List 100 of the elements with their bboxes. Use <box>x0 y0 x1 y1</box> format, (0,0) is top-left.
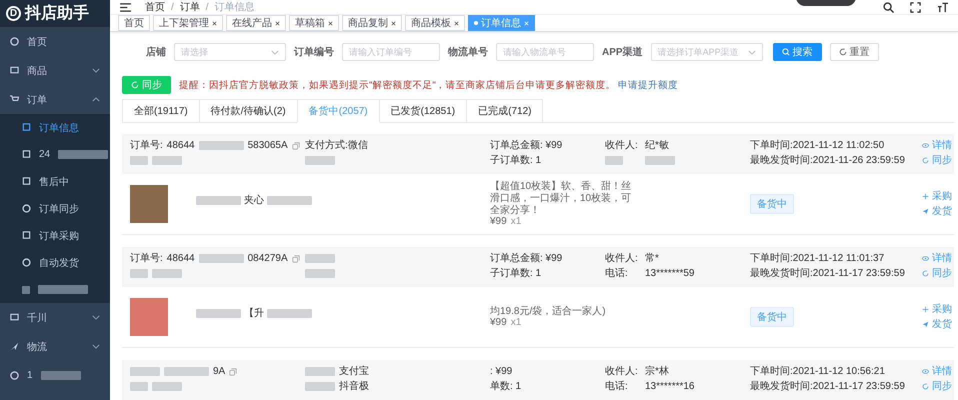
close-icon[interactable] <box>328 20 333 26</box>
page-tab[interactable]: 上下架管理 <box>153 15 223 31</box>
blurred-block <box>305 156 335 165</box>
quantity: x1 <box>510 216 522 228</box>
sidebar-subitem[interactable]: 24 <box>0 141 110 168</box>
apply-link[interactable]: 申请提升额度 <box>618 78 678 92</box>
quantity: x1 <box>510 317 522 329</box>
blurred-block <box>130 382 148 391</box>
blurred-block <box>152 156 182 165</box>
page-tab[interactable]: 草稿箱 <box>289 15 339 31</box>
fullscreen-icon[interactable] <box>910 2 921 12</box>
order-number-text: 583065A <box>248 140 288 151</box>
dot-icon <box>474 21 478 25</box>
reset-button[interactable]: 重置 <box>830 43 879 61</box>
sidebar-item[interactable]: 订单 <box>0 85 110 114</box>
breadcrumb-separator: / <box>171 2 174 12</box>
sidebar-item[interactable]: 千川 <box>0 303 110 332</box>
menu-label: 首页 <box>27 36 47 48</box>
blurred-block <box>305 269 335 278</box>
sidebar-item[interactable]: 1 <box>0 361 110 390</box>
text-input[interactable]: 请输入物流单号 <box>496 43 594 61</box>
status-tab[interactable]: 全部(19117) <box>122 99 200 122</box>
price: ¥99 <box>490 317 507 329</box>
sidebar-subitem[interactable]: 订单采购 <box>0 222 110 249</box>
chevron-icon <box>92 315 100 320</box>
sub-order-count: 子订单数: 1 <box>490 155 542 166</box>
sidebar-subitem[interactable]: 自动发货 <box>0 249 110 276</box>
filter-label: 订单编号 <box>294 46 334 59</box>
phone-number: 13*******59 <box>645 268 694 279</box>
paper-plane-icon <box>922 321 929 328</box>
search-button[interactable]: 搜索 <box>772 43 822 61</box>
product-title: 夹心 <box>244 194 264 207</box>
status-tab[interactable]: 已完成(712) <box>466 99 544 122</box>
page-tab[interactable]: 在线产品 <box>226 15 286 31</box>
cart-icon <box>10 95 19 104</box>
breadcrumb-item[interactable]: 订单 <box>180 0 200 14</box>
search-icon[interactable] <box>883 2 894 12</box>
sub-order-count: 子订单数: 1 <box>490 268 542 279</box>
close-icon[interactable] <box>212 20 217 26</box>
chevron-icon <box>92 68 100 73</box>
payment-text: 支付宝 <box>339 366 369 377</box>
sidebar-subitem[interactable]: 订单信息 <box>0 114 110 141</box>
recipient-name: 常* <box>645 253 659 264</box>
payment-text: 支付方式:微信 <box>305 140 368 151</box>
plus-icon <box>922 306 929 313</box>
text-input[interactable]: 请输入订单编号 <box>342 43 440 61</box>
menu-label: 订单 <box>27 94 47 106</box>
recipient-name: 纪*敏 <box>645 140 669 151</box>
sidebar-item[interactable]: 物流 <box>0 332 110 361</box>
sub-order-count: 单数: 1 <box>490 381 522 392</box>
order-time: 下单时间:2021-11-12 11:01:37 <box>750 253 886 264</box>
blurred-block <box>152 382 182 391</box>
order-amount: 订单总金额: ¥99 <box>490 140 564 151</box>
ship-deadline: 最晚发货时间:2021-11-17 23:59:59 <box>750 381 906 392</box>
menu-label: 商品 <box>27 64 47 78</box>
blurred-block <box>645 156 675 165</box>
order-amount: : ¥99 <box>490 366 514 377</box>
sidebar-item[interactable]: 商品 <box>0 56 110 85</box>
recipient-label: 收件人: <box>605 366 639 377</box>
sidebar-subitem[interactable]: 售后中 <box>0 168 110 195</box>
blurred-block <box>267 196 312 204</box>
paper-plane-icon <box>10 342 19 351</box>
order-time: 下单时间:2021-11-12 11:02:50 <box>750 140 886 151</box>
monitor-icon <box>22 177 31 186</box>
menu-label: 自动发货 <box>39 256 79 270</box>
blurred-block <box>196 196 241 204</box>
menu-label: 24 <box>39 149 50 160</box>
page-tab[interactable]: 商品复制 <box>342 15 402 31</box>
filter-label: APP渠道 <box>602 46 643 59</box>
breadcrumb-item[interactable]: 首页 <box>145 0 165 14</box>
plus-icon <box>922 193 929 200</box>
refresh-icon <box>922 157 929 164</box>
sidebar-item[interactable]: 首页 <box>0 27 110 56</box>
font-size-icon[interactable] <box>937 2 948 12</box>
blurred-block <box>38 285 88 294</box>
order-number-text: 084279A <box>248 253 288 264</box>
paper-plane-icon <box>922 208 929 215</box>
product-title: 【升 <box>244 306 264 320</box>
sidebar-subitem[interactable]: 订单同步 <box>0 195 110 222</box>
blurred-block <box>305 367 335 376</box>
order-number-text: 9A <box>213 366 226 377</box>
page-tab[interactable]: 首页 <box>118 15 150 31</box>
blurred-block <box>305 382 335 391</box>
refresh-icon <box>922 383 929 390</box>
order-number-text: 48644 <box>166 253 195 264</box>
ship-deadline: 最晚发货时间:2021-11-26 23:59:59 <box>750 155 906 166</box>
order-number-text: 48644 <box>166 140 195 151</box>
blurred-block <box>152 269 182 278</box>
refresh-icon <box>838 48 847 56</box>
price: ¥99 <box>490 216 507 228</box>
menu-label: 订单信息 <box>39 122 79 134</box>
close-icon[interactable] <box>454 20 459 26</box>
phone-label: 电话: <box>605 268 629 279</box>
close-icon[interactable] <box>275 20 280 26</box>
page-tab[interactable]: 商品模板 <box>405 15 465 31</box>
blurred-block <box>130 156 148 165</box>
close-icon[interactable] <box>391 20 396 26</box>
blurred-block <box>196 308 241 318</box>
menu-icon[interactable] <box>120 2 131 12</box>
blurred-block <box>40 371 81 380</box>
